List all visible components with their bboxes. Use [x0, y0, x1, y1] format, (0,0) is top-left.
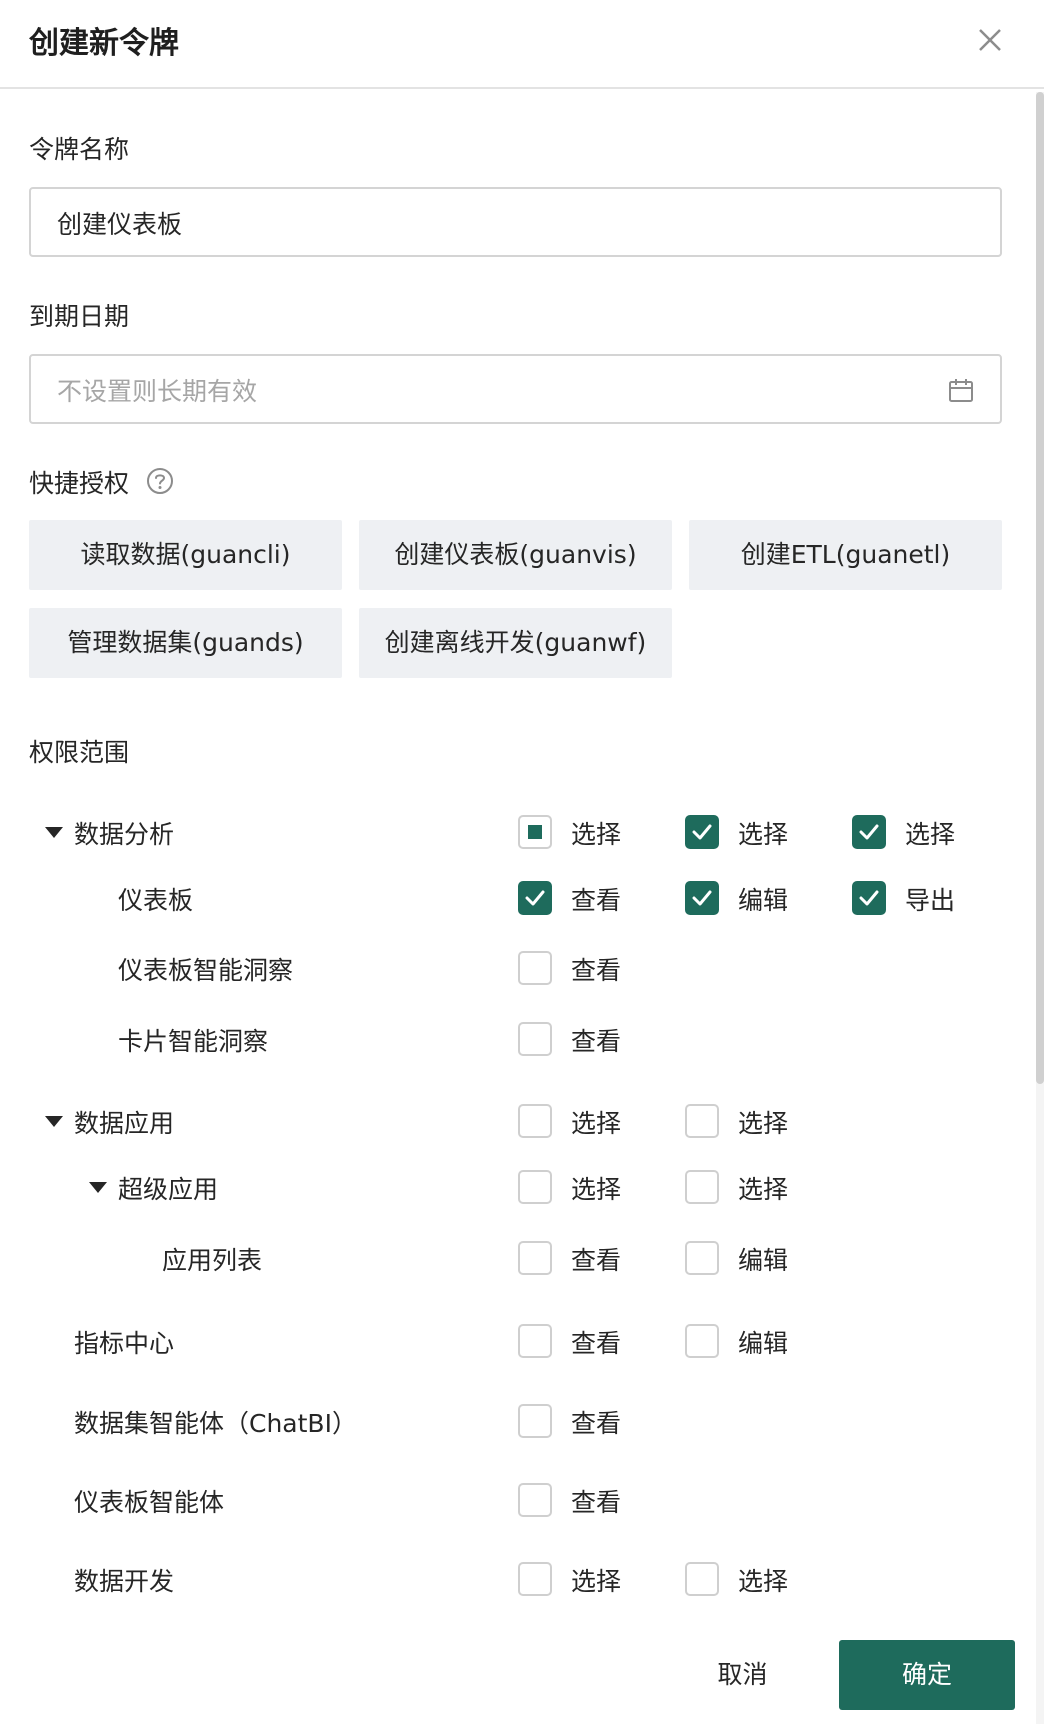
permission-checkbox[interactable] — [685, 1170, 719, 1204]
permission-option-label: 编辑 — [738, 1329, 789, 1358]
tree-node-label: 应用列表 — [162, 1246, 263, 1275]
permission-checkbox[interactable] — [685, 1104, 719, 1138]
permission-option-label: 选择 — [905, 820, 956, 849]
tree-node-label: 超级应用 — [118, 1175, 219, 1204]
expiry-date-placeholder: 不设置则长期有效 — [57, 377, 258, 406]
quick-auth-guancli-button[interactable]: 读取数据(guancli) — [29, 520, 342, 590]
dialog-header: 创建新令牌 — [0, 0, 1044, 89]
permission-checkbox[interactable] — [685, 1324, 719, 1358]
tree-node-label: 仪表板 — [118, 886, 194, 915]
permission-checkbox[interactable] — [685, 815, 719, 849]
permission-checkbox[interactable] — [518, 951, 552, 985]
permission-scope-label: 权限范围 — [29, 738, 130, 767]
confirm-button[interactable]: 确定 — [839, 1640, 1015, 1710]
permission-option-label: 查看 — [571, 1246, 622, 1275]
check-icon — [692, 824, 712, 840]
permission-checkbox[interactable] — [518, 1104, 552, 1138]
permission-checkbox[interactable] — [518, 1324, 552, 1358]
scrollbar-thumb[interactable] — [1036, 92, 1044, 1084]
permission-checkbox[interactable] — [852, 815, 886, 849]
permission-option-label: 选择 — [738, 1109, 789, 1138]
tree-node-label: 数据集智能体（ChatBI） — [74, 1409, 357, 1438]
check-icon — [859, 890, 879, 906]
quick-auth-label: 快捷授权 — [29, 469, 130, 498]
permission-checkbox[interactable] — [518, 1404, 552, 1438]
cancel-button[interactable]: 取消 — [690, 1640, 795, 1710]
permission-checkbox[interactable] — [518, 815, 552, 849]
quick-auth-guanwf-button[interactable]: 创建离线开发(guanwf) — [359, 608, 672, 678]
permission-option-label: 查看 — [571, 1409, 622, 1438]
token-name-value: 创建仪表板 — [57, 210, 183, 239]
expiry-date-picker[interactable]: 不设置则长期有效 — [29, 354, 1002, 424]
permission-option-label: 选择 — [571, 1175, 622, 1204]
permission-checkbox[interactable] — [518, 881, 552, 915]
dialog-title: 创建新令牌 — [29, 26, 179, 61]
permission-option-label: 选择 — [571, 1567, 622, 1596]
tree-node-label: 仪表板智能体 — [74, 1488, 225, 1517]
expand-caret-icon[interactable] — [45, 1116, 63, 1127]
permission-option-label: 选择 — [571, 1109, 622, 1138]
permission-option-label: 查看 — [571, 886, 622, 915]
tree-node-label: 指标中心 — [74, 1329, 175, 1358]
tree-node-label: 数据应用 — [74, 1109, 175, 1138]
help-icon[interactable] — [146, 467, 174, 495]
permission-option-label: 查看 — [571, 956, 622, 985]
calendar-icon — [949, 379, 973, 402]
close-icon — [979, 29, 1001, 51]
permission-checkbox[interactable] — [518, 1170, 552, 1204]
tree-node-label: 数据分析 — [74, 820, 175, 849]
permission-option-label: 选择 — [738, 1567, 789, 1596]
token-name-label: 令牌名称 — [29, 135, 130, 164]
expand-caret-icon[interactable] — [45, 827, 63, 838]
permission-checkbox[interactable] — [518, 1483, 552, 1517]
permission-option-label: 查看 — [571, 1027, 622, 1056]
permission-option-label: 选择 — [738, 1175, 789, 1204]
tree-node-label: 数据开发 — [74, 1567, 175, 1596]
permission-option-label: 查看 — [571, 1329, 622, 1358]
quick-auth-guanvis-button[interactable]: 创建仪表板(guanvis) — [359, 520, 672, 590]
permission-option-label: 选择 — [571, 820, 622, 849]
permission-checkbox[interactable] — [852, 881, 886, 915]
permission-checkbox[interactable] — [685, 881, 719, 915]
permission-option-label: 编辑 — [738, 886, 789, 915]
permission-checkbox[interactable] — [685, 1562, 719, 1596]
permission-option-label: 查看 — [571, 1488, 622, 1517]
permission-checkbox[interactable] — [518, 1562, 552, 1596]
permission-checkbox[interactable] — [518, 1022, 552, 1056]
permission-option-label: 编辑 — [738, 1246, 789, 1275]
expand-caret-icon[interactable] — [89, 1182, 107, 1193]
token-name-input[interactable]: 创建仪表板 — [29, 187, 1002, 257]
permission-checkbox[interactable] — [685, 1241, 719, 1275]
permission-option-label: 导出 — [905, 886, 956, 915]
tree-node-label: 卡片智能洞察 — [118, 1027, 269, 1056]
check-icon — [692, 890, 712, 906]
check-icon — [525, 890, 545, 906]
expiry-date-label: 到期日期 — [29, 302, 130, 331]
quick-auth-guanetl-button[interactable]: 创建ETL(guanetl) — [689, 520, 1002, 590]
quick-auth-guands-button[interactable]: 管理数据集(guands) — [29, 608, 342, 678]
permission-option-label: 选择 — [738, 820, 789, 849]
tree-node-label: 仪表板智能洞察 — [118, 956, 294, 985]
check-icon — [859, 824, 879, 840]
close-button[interactable] — [970, 20, 1010, 60]
permission-checkbox[interactable] — [518, 1241, 552, 1275]
